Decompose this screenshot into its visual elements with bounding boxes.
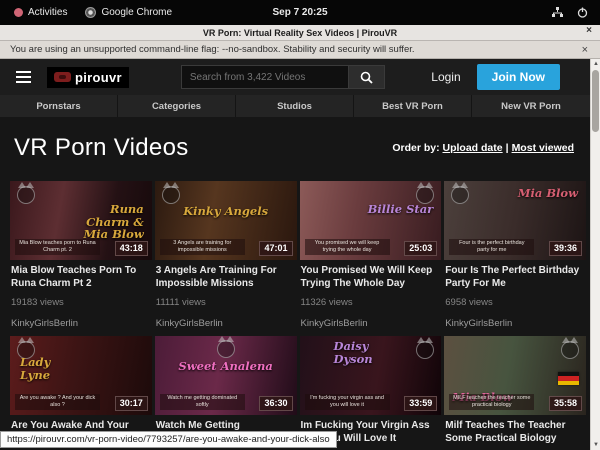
duration-badge: 43:18 (115, 241, 148, 256)
thumbnail-caption: Mia Blow teaches porn to Runa Charm pt. … (15, 239, 100, 255)
cat-mask-watermark-icon (17, 341, 35, 359)
main-nav: Pornstars Categories Studios Best VR Por… (0, 95, 590, 117)
window-close-icon[interactable]: × (586, 25, 592, 36)
video-thumbnail[interactable]: Mia Blow Four is the perfect birthday pa… (444, 181, 586, 260)
cat-mask-watermark-icon (17, 186, 35, 204)
sandbox-warning-bar: You are using an unsupported command-lin… (0, 41, 600, 59)
cat-mask-watermark-icon (416, 341, 434, 359)
thumbnail-overlay-title: Billie Star (359, 203, 433, 216)
thumbnail-overlay-title: Sweet Analena (155, 360, 297, 373)
thumbnail-overlay-title: Runa Charm & Mia Blow (70, 203, 144, 241)
video-studio-link[interactable]: KinkyGirlsBerlin (156, 318, 294, 336)
vertical-scrollbar[interactable]: ▲ ▼ (590, 59, 600, 450)
scroll-down-arrow-icon[interactable]: ▼ (591, 440, 600, 450)
thumbnail-overlay-title: Lady Lyne (20, 356, 84, 381)
duration-badge: 33:59 (404, 396, 437, 411)
system-top-bar: Activities Google Chrome Sep 7 20:25 (0, 0, 600, 25)
video-title[interactable]: You Promised We Will Keep Trying The Who… (301, 265, 439, 290)
video-title[interactable]: Four Is The Perfect Birthday Party For M… (445, 265, 583, 290)
cat-mask-watermark-icon (162, 186, 180, 204)
menu-icon[interactable] (16, 71, 31, 83)
video-views: 11326 views (301, 297, 439, 308)
power-icon[interactable] (577, 7, 588, 18)
site-logo[interactable]: pirouvr (47, 67, 129, 88)
clock[interactable]: Sep 7 20:25 (0, 7, 600, 18)
video-title[interactable]: Mia Blow Teaches Porn To Runa Charm Pt 2 (11, 265, 149, 290)
thumbnail-caption: 3 Angels are training for impossible mis… (160, 239, 245, 255)
video-card[interactable]: Kinky Angels 3 Angels are training for i… (155, 181, 297, 336)
status-url-tooltip: https://pirouvr.com/vr-porn-video/779325… (0, 431, 337, 448)
video-card[interactable]: Mia Blow MILF teaches the teacher some p… (444, 336, 586, 450)
video-title[interactable]: Milf Teaches The Teacher Some Practical … (445, 420, 583, 445)
window-title: VR Porn: Virtual Reality Sex Videos | Pi… (203, 28, 397, 38)
network-icon[interactable] (552, 7, 563, 18)
nav-item-pornstars[interactable]: Pornstars (0, 95, 118, 117)
cat-mask-watermark-icon (561, 341, 579, 359)
duration-badge: 35:58 (549, 396, 582, 411)
video-studio-link[interactable]: KinkyGirlsBerlin (445, 318, 583, 336)
video-title[interactable]: 3 Angels Are Training For Impossible Mis… (156, 265, 294, 290)
video-thumbnail[interactable]: Runa Charm & Mia Blow Mia Blow teaches p… (10, 181, 152, 260)
german-flag (558, 372, 579, 385)
video-thumbnail[interactable]: Billie Star You promised we will keep tr… (300, 181, 442, 260)
duration-badge: 25:03 (404, 241, 437, 256)
video-thumbnail[interactable]: Lady Lyne Are you awake ? And your dick … (10, 336, 152, 415)
nav-item-categories[interactable]: Categories (118, 95, 236, 117)
video-thumbnail[interactable]: Sweet Analena Watch me getting dominated… (155, 336, 297, 415)
login-link[interactable]: Login (431, 70, 460, 84)
warning-message: You are using an unsupported command-lin… (10, 44, 415, 55)
video-thumbnail[interactable]: Mia Blow MILF teaches the teacher some p… (444, 336, 586, 415)
order-by-most-viewed-link[interactable]: Most viewed (512, 142, 574, 154)
thumbnail-overlay-title: Kinky Angels (155, 205, 297, 218)
video-studio-link[interactable]: KinkyGirlsBerlin (11, 318, 149, 336)
thumbnail-overlay-title: Mia Blow (452, 391, 512, 404)
video-thumbnail[interactable]: Daisy Dyson I'm fucking your virgin ass … (300, 336, 442, 415)
cat-mask-watermark-icon (416, 186, 434, 204)
thumbnail-caption: You promised we will keep trying the who… (305, 239, 390, 255)
video-studio-link[interactable]: KinkyGirlsBerlin (301, 318, 439, 336)
video-card[interactable]: Runa Charm & Mia Blow Mia Blow teaches p… (10, 181, 152, 336)
browser-viewport: pirouvr Login Join Now Pornstars (0, 59, 600, 450)
order-by: Order by: Upload date|Most viewed (392, 142, 574, 154)
thumbnail-caption: Are you awake ? And your dick also ? (15, 394, 100, 410)
video-views: 11111 views (156, 297, 294, 308)
video-thumbnail[interactable]: Kinky Angels 3 Angels are training for i… (155, 181, 297, 260)
nav-item-best-vr-porn[interactable]: Best VR Porn (354, 95, 472, 117)
screen: Activities Google Chrome Sep 7 20:25 VR … (0, 0, 600, 450)
thumbnail-caption: MILF teaches the teacher some practical … (449, 394, 534, 410)
duration-badge: 47:01 (259, 241, 292, 256)
site-header: pirouvr Login Join Now (0, 59, 590, 95)
thumbnail-caption: Four is the perfect birthday party for m… (449, 239, 534, 255)
thumbnail-overlay-title: Daisy Dyson (334, 340, 404, 365)
video-grid: Runa Charm & Mia Blow Mia Blow teaches p… (10, 181, 586, 450)
video-views: 6958 views (445, 297, 583, 308)
duration-badge: 36:30 (259, 396, 292, 411)
search-input[interactable] (181, 65, 349, 89)
search-icon (360, 71, 373, 84)
thumbnail-caption: I'm fucking your virgin ass and you will… (305, 394, 390, 410)
thumbnail-caption: Watch me getting dominated softly (160, 394, 245, 410)
video-views: 19183 views (11, 297, 149, 308)
nav-item-new-vr-porn[interactable]: New VR Porn (472, 95, 590, 117)
logo-text: pirouvr (75, 70, 122, 85)
vr-goggles-icon (54, 72, 71, 82)
scroll-up-arrow-icon[interactable]: ▲ (591, 59, 600, 69)
duration-badge: 39:36 (549, 241, 582, 256)
warning-close-icon[interactable]: × (582, 44, 588, 56)
video-card[interactable]: Billie Star You promised we will keep tr… (300, 181, 442, 336)
cat-mask-watermark-icon (451, 186, 469, 204)
join-now-button[interactable]: Join Now (477, 64, 560, 90)
video-card[interactable]: Mia Blow Four is the perfect birthday pa… (444, 181, 586, 336)
thumbnail-overlay-title: Mia Blow (518, 187, 578, 200)
window-title-bar: VR Porn: Virtual Reality Sex Videos | Pi… (0, 25, 600, 41)
duration-badge: 30:17 (115, 396, 148, 411)
nav-item-studios[interactable]: Studios (236, 95, 354, 117)
page-title: VR Porn Videos (14, 134, 189, 162)
order-by-upload-date-link[interactable]: Upload date (443, 142, 503, 154)
scrollbar-thumb[interactable] (592, 70, 599, 132)
search-button[interactable] (349, 65, 385, 89)
cat-mask-watermark-icon (217, 340, 235, 358)
order-by-label: Order by: (392, 142, 439, 154)
